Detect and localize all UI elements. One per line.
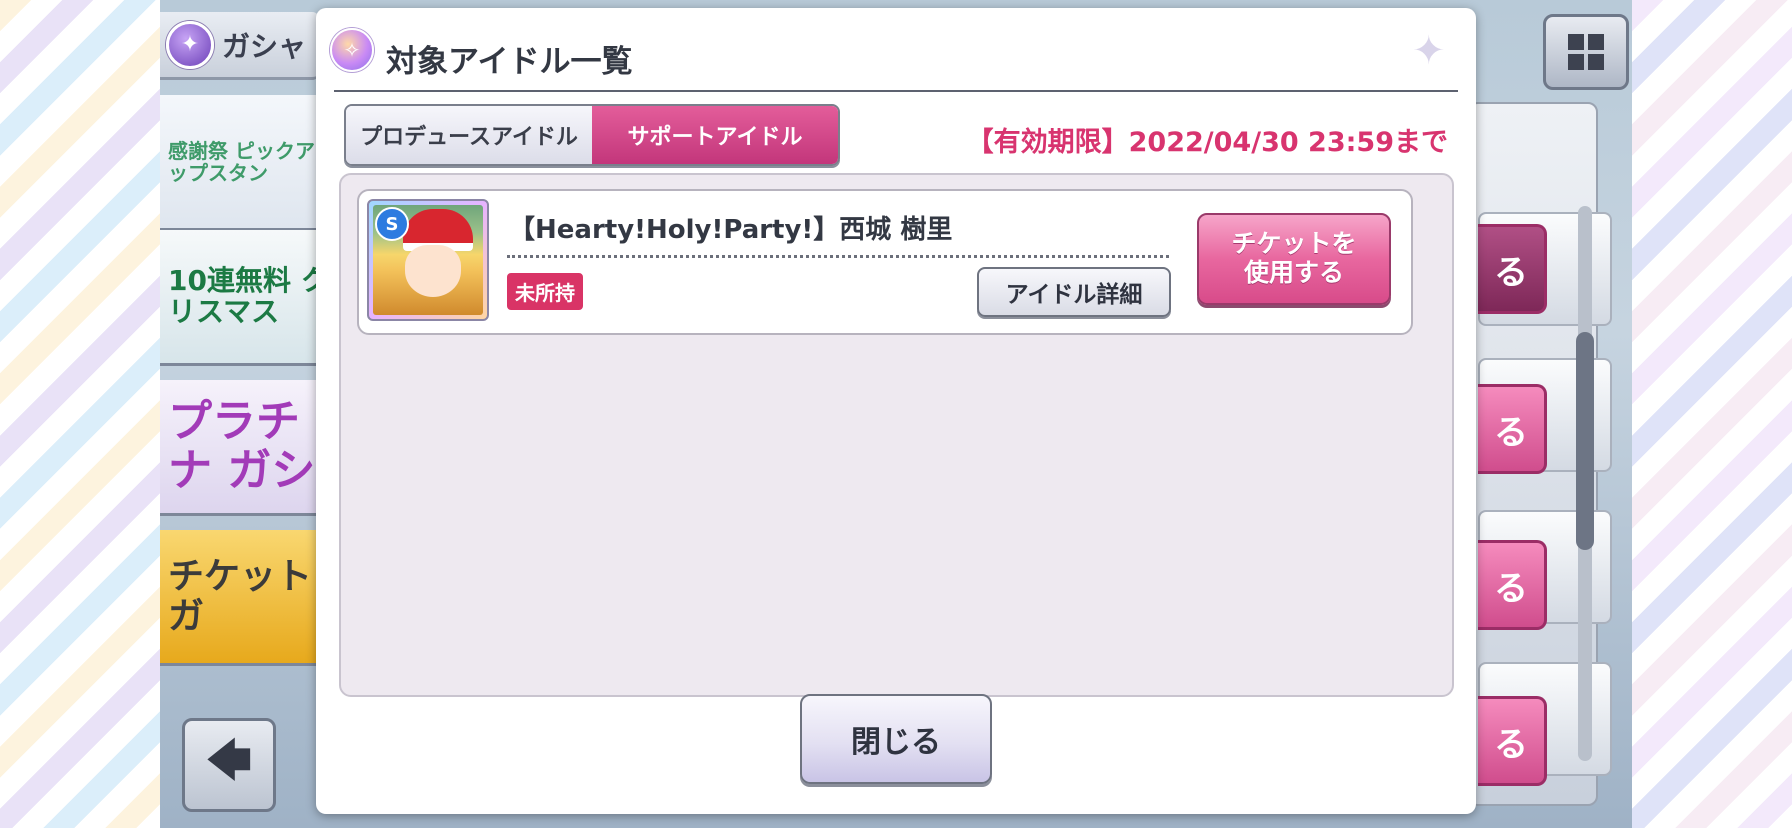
game-header-title: ガシャ	[222, 29, 307, 63]
dialog-title: 対象アイドル一覧	[386, 44, 633, 80]
expiry-date: 【有効期限】2022/04/30 23:59まで	[966, 127, 1448, 158]
status-badge: 未所持	[507, 273, 583, 310]
attribute-icon: S	[375, 207, 409, 241]
grid-icon	[1568, 34, 1584, 50]
banner-christmas[interactable]: 10連無料 クリスマス	[160, 230, 330, 366]
idol-card-art: S	[373, 205, 483, 315]
use-ticket-button[interactable]: チケットを 使用する	[1197, 213, 1391, 305]
banner-ticket[interactable]: チケットガ	[160, 530, 330, 666]
dotted-divider	[507, 255, 1169, 258]
idol-type-tabs: プロデュースアイドル サポートアイドル	[344, 104, 840, 166]
right-action-button-1[interactable]: る	[1478, 224, 1547, 314]
tab-support-idol[interactable]: サポートアイドル	[592, 106, 838, 164]
idol-detail-button[interactable]: アイドル詳細	[977, 267, 1171, 317]
banner-platinum[interactable]: プラチナ ガシ	[160, 380, 330, 516]
idol-card-thumbnail[interactable]: S	[367, 199, 489, 321]
right-action-button-4[interactable]: る	[1478, 696, 1547, 786]
idol-name: 【Hearty!Holy!Party!】西城 樹里	[509, 215, 953, 245]
idol-list: S 【Hearty!Holy!Party!】西城 樹里 未所持 アイドル詳細 チ…	[339, 173, 1454, 697]
back-button[interactable]: 🡄	[182, 718, 276, 812]
right-action-button-3[interactable]: る	[1478, 540, 1547, 630]
game-header: ✦ ガシャ	[160, 12, 320, 80]
use-ticket-label-line1: チケットを	[1231, 229, 1357, 259]
title-divider	[334, 90, 1458, 92]
right-action-button-2[interactable]: る	[1478, 384, 1547, 474]
menu-button[interactable]	[1543, 14, 1629, 90]
scrollbar-thumb[interactable]	[1576, 332, 1594, 550]
gacha-icon: ✦	[166, 20, 214, 69]
banner-thanks-festival[interactable]: 感謝祭 ピックアップスタン	[160, 95, 330, 231]
dialog-title-icon: ✧	[330, 28, 374, 72]
close-button[interactable]: 閉じる	[800, 694, 992, 784]
use-ticket-label-line2: 使用する	[1243, 258, 1344, 287]
tab-produce-idol[interactable]: プロデュースアイドル	[346, 106, 592, 164]
arrow-left-icon: 🡄	[206, 734, 252, 786]
background-stripes-right	[1632, 0, 1792, 828]
target-idol-list-dialog: ✧ 対象アイドル一覧 ✦ プロデュースアイドル サポートアイドル 【有効期限】2…	[316, 8, 1476, 814]
list-item: S 【Hearty!Holy!Party!】西城 樹里 未所持 アイドル詳細 チ…	[357, 189, 1413, 335]
sparkle-icon: ✦	[1412, 28, 1446, 74]
